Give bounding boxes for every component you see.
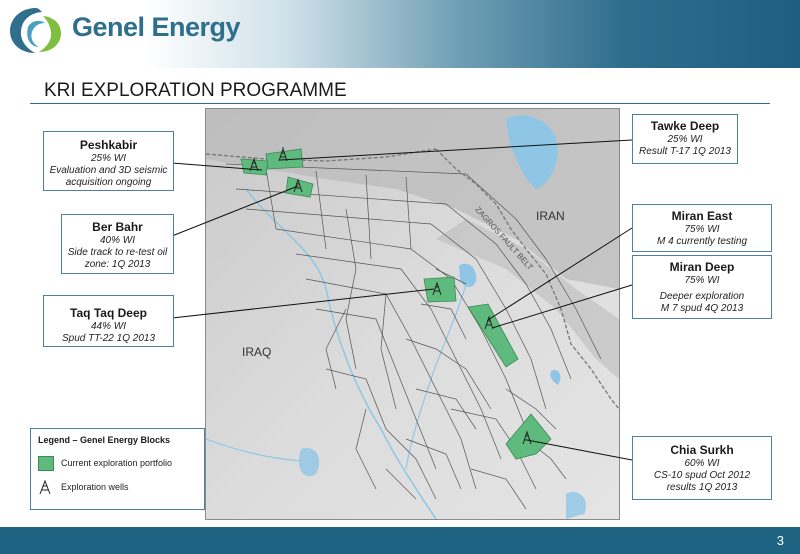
callout-detail: 44% WI — [90, 321, 126, 332]
legend-item-portfolio: Current exploration portfolio — [61, 458, 173, 468]
callout-name: Miran Deep — [669, 260, 735, 274]
callout-detail: Side track to re-test oil — [67, 247, 168, 258]
callout-detail: M 4 currently testing — [656, 236, 748, 247]
kri-map — [205, 108, 620, 520]
callout-detail: 75% WI — [684, 275, 720, 286]
callout-miran-east: Miran East 75% WI M 4 currently testing — [632, 204, 772, 252]
callout-detail: Result T-17 1Q 2013 — [639, 146, 731, 157]
callout-name: Tawke Deep — [650, 119, 720, 133]
callout-miran-deep: Miran Deep 75% WI Deeper exploration M 7… — [632, 255, 772, 319]
callout-chia-surkh: Chia Surkh 60% WI CS-10 spud Oct 2012 re… — [632, 436, 772, 500]
oil-rig-icon — [39, 480, 51, 494]
page-title: KRI EXPLORATION PROGRAMME — [44, 80, 347, 101]
footer-band — [0, 527, 800, 554]
map-label-iran: IRAN — [536, 209, 565, 223]
callout-peshkabir: Peshkabir 25% WI Evaluation and 3D seism… — [43, 131, 174, 191]
callout-name: Peshkabir — [79, 138, 138, 152]
callout-detail: Spud TT-22 1Q 2013 — [61, 333, 156, 344]
legend-title: Legend – Genel Energy Blocks — [38, 435, 171, 445]
company-logo: Genel Energy — [6, 4, 246, 54]
callout-detail: 60% WI — [684, 458, 720, 469]
title-divider — [30, 103, 770, 104]
callout-detail: zone: 1Q 2013 — [84, 259, 151, 270]
callout-name: Taq Taq Deep — [70, 306, 147, 320]
map-canvas — [206, 109, 619, 519]
map-legend: Legend – Genel Energy Blocks Current exp… — [30, 428, 205, 510]
callout-detail: 75% WI — [684, 224, 720, 235]
callout-detail: 25% WI — [667, 134, 703, 145]
callout-ber-bahr: Ber Bahr 40% WI Side track to re-test oi… — [61, 214, 174, 274]
callout-detail: Evaluation and 3D seismic — [49, 165, 168, 176]
legend-item-wells: Exploration wells — [61, 482, 129, 492]
callout-name: Ber Bahr — [92, 220, 143, 234]
callout-detail: M 7 spud 4Q 2013 — [660, 303, 744, 314]
genel-swirl-icon — [10, 8, 61, 53]
callout-detail: CS-10 spud Oct 2012 — [653, 470, 751, 481]
callout-detail: 40% WI — [99, 235, 135, 246]
callout-tawke-deep: Tawke Deep 25% WI Result T-17 1Q 2013 — [632, 114, 738, 164]
block-taq-taq — [423, 276, 457, 303]
callout-detail: 25% WI — [90, 153, 126, 164]
callout-taq-taq-deep: Taq Taq Deep 44% WI Spud TT-22 1Q 2013 — [43, 295, 174, 347]
callout-detail: results 1Q 2013 — [666, 482, 738, 493]
callout-detail: Deeper exploration — [659, 291, 745, 302]
legend-block-swatch — [38, 456, 54, 471]
callout-name: Chia Surkh — [670, 443, 734, 457]
callout-detail: acquisition ongoing — [65, 177, 152, 188]
page-number: 3 — [776, 533, 784, 548]
brand-name: Genel Energy — [72, 12, 241, 42]
callout-name: Miran East — [671, 209, 733, 223]
map-label-iraq: IRAQ — [242, 345, 272, 359]
